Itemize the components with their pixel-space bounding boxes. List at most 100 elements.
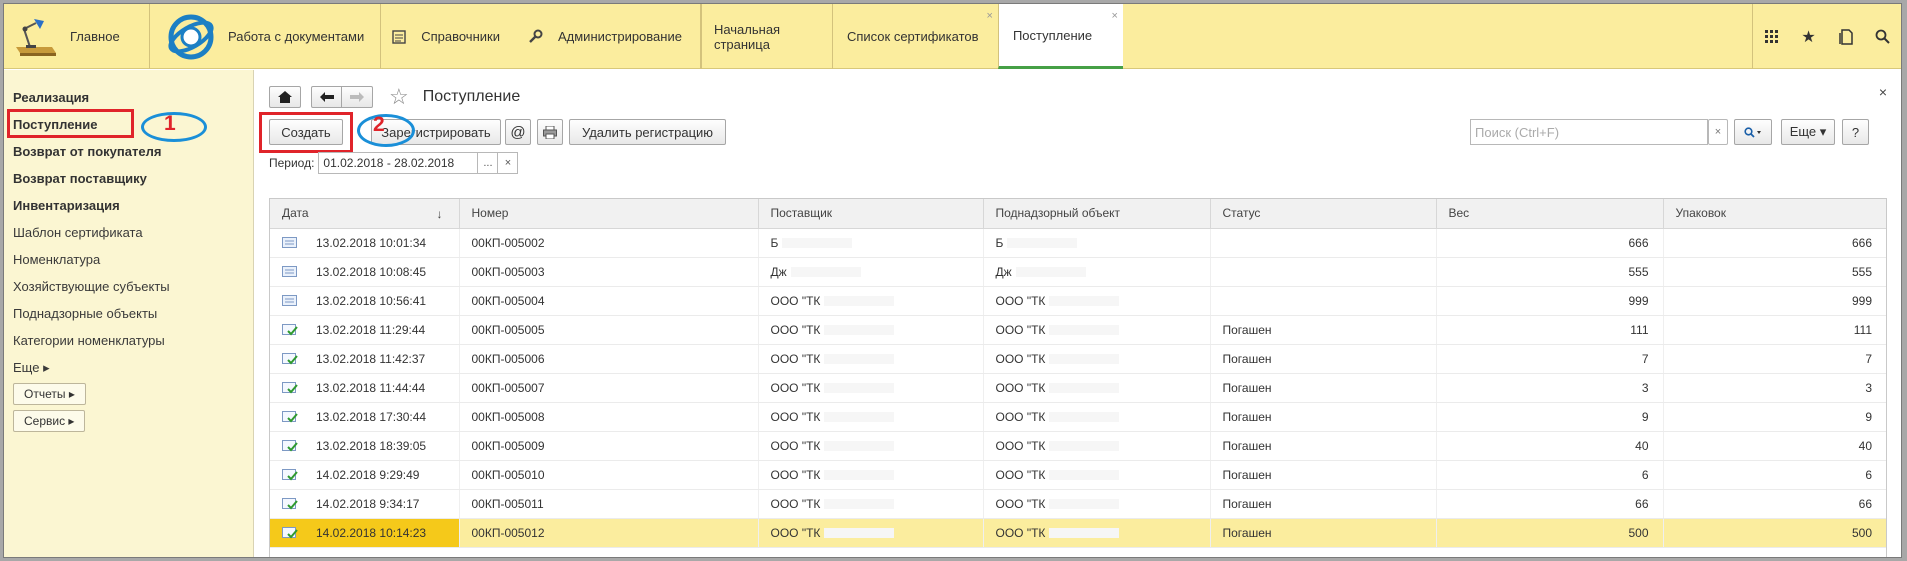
period-choose-button[interactable]: ...	[478, 152, 499, 174]
home-section[interactable]: Главное	[4, 4, 150, 69]
object-text: ООО "ТК	[995, 322, 1046, 337]
search-icon[interactable]	[1864, 4, 1901, 69]
table-row[interactable]: 13.02.2018 11:42:37 00КП-005006 ООО "ТК ООО…	[270, 344, 1886, 374]
grid-menu-icon[interactable]	[1753, 4, 1790, 69]
email-button[interactable]: @	[505, 119, 531, 145]
tab-close-icon[interactable]: ×	[1112, 10, 1118, 22]
column-header-label: Дата	[282, 206, 309, 221]
column-header-weight[interactable]: Вес	[1436, 199, 1664, 229]
cell-packs: 7	[1663, 344, 1886, 374]
table-row[interactable]: 14.02.2018 9:29:49 00КП-005010 ООО "ТК ООО …	[270, 460, 1886, 490]
tab-certificates-label: Список сертификатов	[846, 29, 979, 44]
cell-status: Погашен	[1210, 518, 1437, 548]
cell-date: 13.02.2018 18:39:05	[270, 431, 460, 461]
column-header-packs[interactable]: Упаковок	[1663, 199, 1886, 229]
cell-status: Погашен	[1210, 489, 1437, 519]
redacted-text	[1049, 499, 1120, 510]
date-text: 13.02.2018 10:01:34	[316, 235, 427, 250]
cell-weight: 9	[1436, 402, 1664, 432]
table-row[interactable]: 13.02.2018 11:29:44 00КП-005005 ООО "ТК ООО…	[270, 315, 1886, 345]
cell-weight: 555	[1436, 257, 1664, 287]
cell-date: 13.02.2018 10:08:45	[270, 257, 460, 287]
table-row[interactable]: 13.02.2018 10:01:34 00КП-005002 Б Б 666 666	[270, 228, 1886, 258]
supplier-text: ООО "ТК	[770, 322, 821, 337]
search-options-button[interactable]	[1734, 119, 1772, 145]
delete-registration-button[interactable]: Удалить регистрацию	[569, 119, 726, 145]
cell-supplier: ООО "ТК	[758, 373, 984, 403]
sidebar-item-supervised-objects[interactable]: Поднадзорные объекты	[13, 306, 157, 321]
favorites-star-icon[interactable]: ★	[1790, 4, 1827, 69]
sidebar-item-supplier-return[interactable]: Возврат поставщику	[13, 171, 147, 186]
sidebar-item-nomenclature-categories[interactable]: Категории номенклатуры	[13, 333, 165, 348]
redacted-text	[824, 354, 895, 365]
cell-weight: 666	[1436, 228, 1664, 258]
cell-weight: 3	[1436, 373, 1664, 403]
redacted-text	[824, 412, 895, 423]
cell-packs: 500	[1663, 518, 1886, 548]
cell-packs: 111	[1663, 315, 1886, 345]
tab-receipt[interactable]: Поступление ×	[997, 4, 1123, 69]
table-header: Дата ↓ Номер Поставщик Поднадзорный объек…	[270, 199, 1886, 229]
search-dropdown-icon	[1744, 126, 1761, 138]
section-administration-label: Администрирование	[557, 29, 682, 44]
tab-certificates[interactable]: Список сертификатов ×	[831, 4, 998, 69]
search-input[interactable]: Поиск (Ctrl+F)	[1470, 119, 1708, 145]
section-references[interactable]: Справочники	[381, 4, 518, 69]
table-row[interactable]: 13.02.2018 17:30:44 00КП-005008 ООО "ТК ООО…	[270, 402, 1886, 432]
home-button[interactable]	[269, 86, 301, 108]
sidebar-item-nomenclature[interactable]: Номенклатура	[13, 252, 100, 267]
sidebar-item-more[interactable]: Еще ▸	[13, 360, 50, 376]
date-text: 13.02.2018 11:29:44	[316, 322, 426, 337]
column-header-supplier[interactable]: Поставщик	[758, 199, 984, 229]
section-documents[interactable]: Работа с документами	[150, 4, 382, 69]
cell-date: 13.02.2018 11:44:44	[270, 373, 460, 403]
table-row[interactable]: 13.02.2018 10:08:45 00КП-005003 Дж Дж 555 555	[270, 257, 1886, 287]
back-button[interactable]	[311, 86, 342, 108]
history-icon[interactable]	[1827, 4, 1864, 69]
more-actions-button[interactable]: Еще ▾	[1781, 119, 1835, 145]
table-row[interactable]: 14.02.2018 10:14:23 00КП-005012 ООО "ТК ООО…	[270, 518, 1886, 548]
print-button[interactable]	[537, 119, 563, 145]
sidebar-item-sales[interactable]: Реализация	[13, 90, 89, 105]
table-row[interactable]: 14.02.2018 9:34:17 00КП-005011 ООО "ТК ООО …	[270, 489, 1886, 519]
sidebar-item-business-entities[interactable]: Хозяйствующие субъекты	[13, 279, 170, 294]
command-bar: Создать Зарегистрировать @ Удалить регис…	[259, 112, 1887, 153]
column-header-status[interactable]: Статус	[1210, 199, 1437, 229]
forward-button[interactable]	[342, 86, 373, 108]
section-documents-label: Работа с документами	[228, 29, 365, 44]
period-input[interactable]: 01.02.2018 - 28.02.2018	[318, 152, 479, 174]
documents-table: Дата ↓ Номер Поставщик Поднадзорный объек…	[269, 198, 1887, 557]
column-header-date[interactable]: Дата ↓	[270, 199, 460, 229]
redacted-text	[824, 470, 895, 481]
redacted-text	[824, 528, 895, 539]
object-text: ООО "ТК	[995, 467, 1046, 482]
table-row[interactable]: 13.02.2018 18:39:05 00КП-005009 ООО "ТК ООО…	[270, 431, 1886, 461]
table-row[interactable]: 13.02.2018 11:44:44 00КП-005007 ООО "ТК ООО…	[270, 373, 1886, 403]
sidebar-item-inventory[interactable]: Инвентаризация	[13, 198, 120, 213]
posted-document-icon	[282, 440, 298, 452]
cell-status	[1210, 228, 1437, 258]
tab-close-icon[interactable]: ×	[987, 10, 993, 22]
reports-button[interactable]: Отчеты ▸	[13, 383, 86, 405]
table-body: 13.02.2018 10:01:34 00КП-005002 Б Б 666 666 13…	[270, 228, 1886, 548]
section-administration[interactable]: Администрирование	[518, 4, 701, 69]
column-header-object[interactable]: Поднадзорный объект	[983, 199, 1211, 229]
tab-home-page-label: Начальная страница	[713, 21, 781, 52]
tab-home-page[interactable]: Начальная страница	[700, 4, 832, 69]
service-button[interactable]: Сервис ▸	[13, 410, 86, 432]
favorite-star-icon[interactable]: ☆	[389, 86, 409, 108]
open-tabs: Начальная страница Список сертификатов ×…	[700, 4, 1123, 69]
close-form-icon[interactable]: ×	[1879, 84, 1887, 100]
redacted-text	[1049, 412, 1120, 423]
help-button[interactable]: ?	[1842, 119, 1869, 145]
app-window: Главное Работа с документами Справочники…	[3, 3, 1902, 558]
cell-status	[1210, 286, 1437, 316]
sidebar-item-certificate-template[interactable]: Шаблон сертификата	[13, 225, 143, 240]
cell-status: Погашен	[1210, 344, 1437, 374]
date-text: 13.02.2018 11:42:37	[316, 351, 426, 366]
table-row[interactable]: 13.02.2018 10:56:41 00КП-005004 ООО "ТК ООО…	[270, 286, 1886, 316]
sidebar-item-customer-return[interactable]: Возврат от покупателя	[13, 144, 161, 159]
search-clear-button[interactable]: ×	[1708, 119, 1728, 145]
column-header-number[interactable]: Номер	[459, 199, 759, 229]
period-clear-button[interactable]: ×	[498, 152, 519, 174]
